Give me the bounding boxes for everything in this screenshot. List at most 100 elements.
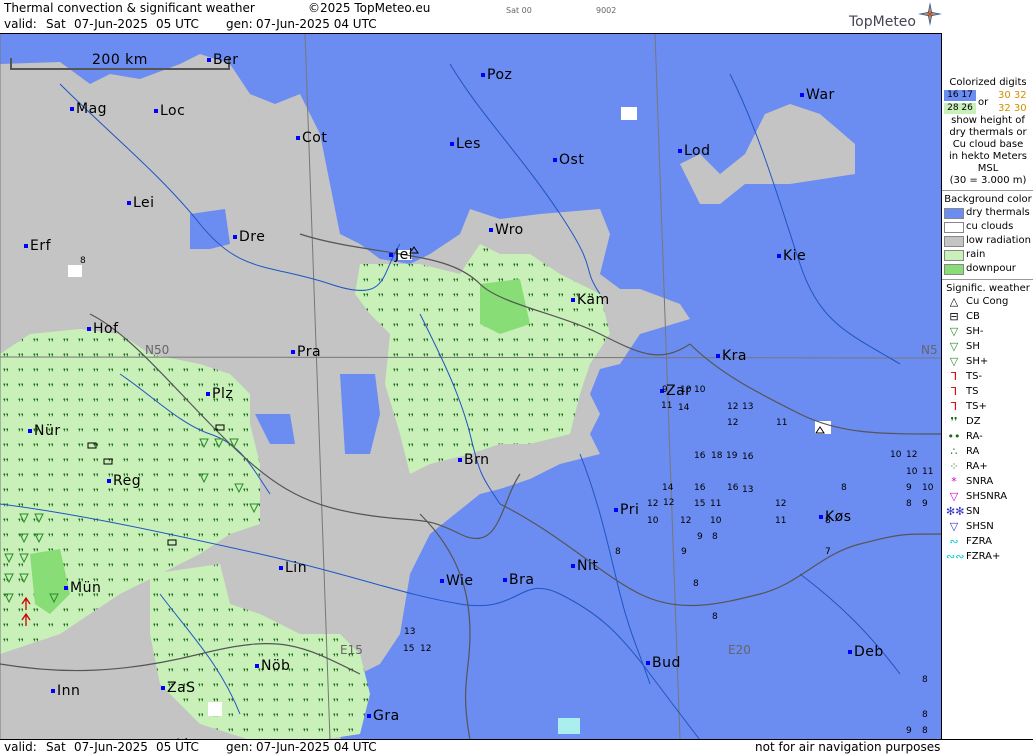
map-title: Thermal convection & significant weather	[4, 1, 255, 15]
legend-explain-line: (30 = 3.000 m)	[949, 175, 1027, 186]
legend-wx-item: ❜❜ DZ	[942, 415, 1033, 430]
legend-wx-label: SHSNRA	[966, 491, 1008, 502]
legend-wx-item: Ꞁ TS+	[942, 400, 1033, 415]
weather-symbol-icon: Ꞁ	[950, 400, 958, 413]
legend-wx-label: SH-	[966, 326, 984, 337]
legend-explanation: show height of dry thermals or Cu cloud ba…	[942, 115, 1033, 187]
footer-disclaimer: not for air navigation purposes	[755, 740, 941, 754]
legend-wx-items: △ Cu Cong ⊟ CB ▽ SH- ▽ SH ▽ SH+ Ꞁ TS- Ꞁ TS Ꞁ TS+ ❜❜ DZ •• R…	[942, 295, 1033, 565]
legend-wx-label: SH	[966, 341, 980, 352]
legend-wx-item: •• RA-	[942, 430, 1033, 445]
footer-valid-time: 05 UTC	[156, 740, 199, 754]
legend-explain-line: Cu cloud base	[952, 139, 1024, 150]
weather-symbol-icon: ▽	[949, 340, 959, 353]
weather-map[interactable]: ❜❜ ❜❜	[0, 33, 941, 740]
sample-or: or	[978, 97, 989, 108]
header-small-b: 9002	[596, 6, 617, 15]
legend-bg-label: dry thermals	[966, 207, 1030, 218]
footer-valid-label: valid:	[4, 740, 37, 754]
legend-wx-item: ⊟ CB	[942, 310, 1033, 325]
header-small-a: Sat 00	[506, 6, 532, 15]
weather-symbols	[4, 246, 825, 626]
legend-bg-item: cu clouds	[942, 220, 1033, 234]
valid-date: 07-Jun-2025	[74, 17, 148, 31]
footer-gen-label: gen:	[226, 740, 253, 754]
legend-wx-label: SNRA	[966, 476, 994, 487]
legend-wx-item: △ Cu Cong	[942, 295, 1033, 310]
legend-wx-label: RA	[966, 446, 980, 457]
weather-symbol-icon: ⊟	[949, 310, 959, 323]
legend-wx-label: TS-	[966, 371, 983, 382]
footer-gen-value: 07-Jun-2025 04 UTC	[256, 740, 377, 754]
brand-logo-icon	[918, 2, 942, 26]
legend-wx-label: TS+	[966, 401, 987, 412]
legend-bg-label: rain	[966, 249, 986, 260]
weather-symbol-icon: ▽	[949, 325, 959, 338]
legend-explain-line: MSL	[977, 163, 999, 174]
weather-symbol-icon: *	[951, 475, 957, 488]
footer-valid-day: Sat	[46, 740, 66, 754]
legend-wx-item: Ꞁ TS-	[942, 370, 1033, 385]
legend-panel: Colorized digits 16 17 28 26 or 30 32 32…	[941, 33, 1033, 739]
legend-swatch	[944, 208, 964, 219]
sample-cu-1: 30 32	[998, 90, 1027, 101]
valid-day: Sat	[46, 17, 66, 31]
legend-swatch	[944, 264, 964, 275]
weather-symbol-icon: Ꞁ	[950, 385, 958, 398]
legend-divider	[942, 190, 1033, 191]
legend-bg-item: downpour	[942, 262, 1033, 276]
legend-wx-item: * SNRA	[942, 475, 1033, 490]
weather-symbol-icon: Ꞁ	[950, 370, 958, 383]
weather-symbol-icon: ▽	[949, 355, 959, 368]
legend-swatch	[944, 250, 964, 261]
valid-time: 05 UTC	[156, 17, 199, 31]
weather-symbol-icon: ✻✻	[946, 505, 965, 518]
legend-explain-line: dry thermals or	[949, 127, 1027, 138]
legend-wx-item: ▽ SHSNRA	[942, 490, 1033, 505]
legend-wx-label: RA-	[966, 431, 983, 442]
legend-wx-item: ▽ SH-	[942, 325, 1033, 340]
weather-symbol-icon: ⁘	[949, 460, 959, 473]
legend-bg-items: dry thermals cu clouds low radiation rain do…	[942, 206, 1033, 276]
legend-bg-label: cu clouds	[966, 221, 1014, 232]
sample-rain: 28 26	[944, 103, 976, 114]
legend-wx-label: SH+	[966, 356, 989, 367]
legend-swatch	[944, 222, 964, 233]
legend-digit-samples: 16 17 28 26 or 30 32 32 30	[942, 89, 1033, 115]
legend-wx-label: TS	[966, 386, 979, 397]
legend-wx-label: CB	[966, 311, 980, 322]
footer-valid-date: 07-Jun-2025	[74, 740, 148, 754]
legend-wx-item: ∴ RA	[942, 445, 1033, 460]
legend-wx-title: Signific. weather	[946, 283, 1030, 294]
legend-wx-item: ∾ FZRA	[942, 535, 1033, 550]
legend-bg-item: dry thermals	[942, 206, 1033, 220]
legend-wx-item: Ꞁ TS	[942, 385, 1033, 400]
weather-symbol-icon: ∾	[949, 535, 959, 548]
legend-divider	[942, 279, 1033, 280]
sample-dry: 16 17	[944, 90, 976, 101]
legend-wx-label: SN	[966, 506, 980, 517]
legend-bg-item: rain	[942, 248, 1033, 262]
legend-bg-title: Background color	[944, 194, 1032, 205]
legend-wx-item: ⁘ RA+	[942, 460, 1033, 475]
sample-cu-2: 32 30	[998, 103, 1027, 114]
footer: valid: Sat 07-Jun-2025 05 UTC gen: 07-Ju…	[0, 739, 1033, 755]
legend-bg-item: low radiation	[942, 234, 1033, 248]
legend-wx-label: Cu Cong	[966, 296, 1009, 307]
gen-value: 07-Jun-2025 04 UTC	[256, 17, 377, 31]
valid-label: valid:	[4, 17, 37, 31]
brand-name: TopMeteo	[849, 14, 916, 30]
legend-colorized-title: Colorized digits	[949, 77, 1027, 88]
legend-wx-label: FZRA	[966, 536, 992, 547]
legend-explain-line: in hekto Meters	[949, 151, 1027, 162]
legend-wx-item: ∾∾ FZRA+	[942, 550, 1033, 565]
legend-wx-item: ▽ SH	[942, 340, 1033, 355]
gen-label: gen:	[226, 17, 253, 31]
weather-symbol-icon: ∴	[950, 445, 958, 458]
weather-symbol-icon: ∾∾	[946, 550, 965, 563]
copyright: ©2025 TopMeteo.eu	[308, 1, 431, 15]
header: Thermal convection & significant weather…	[0, 0, 1033, 33]
weather-symbol-icon: ••	[947, 430, 961, 443]
weather-symbol-icon: ▽	[949, 520, 959, 533]
legend-wx-item: ▽ SH+	[942, 355, 1033, 370]
